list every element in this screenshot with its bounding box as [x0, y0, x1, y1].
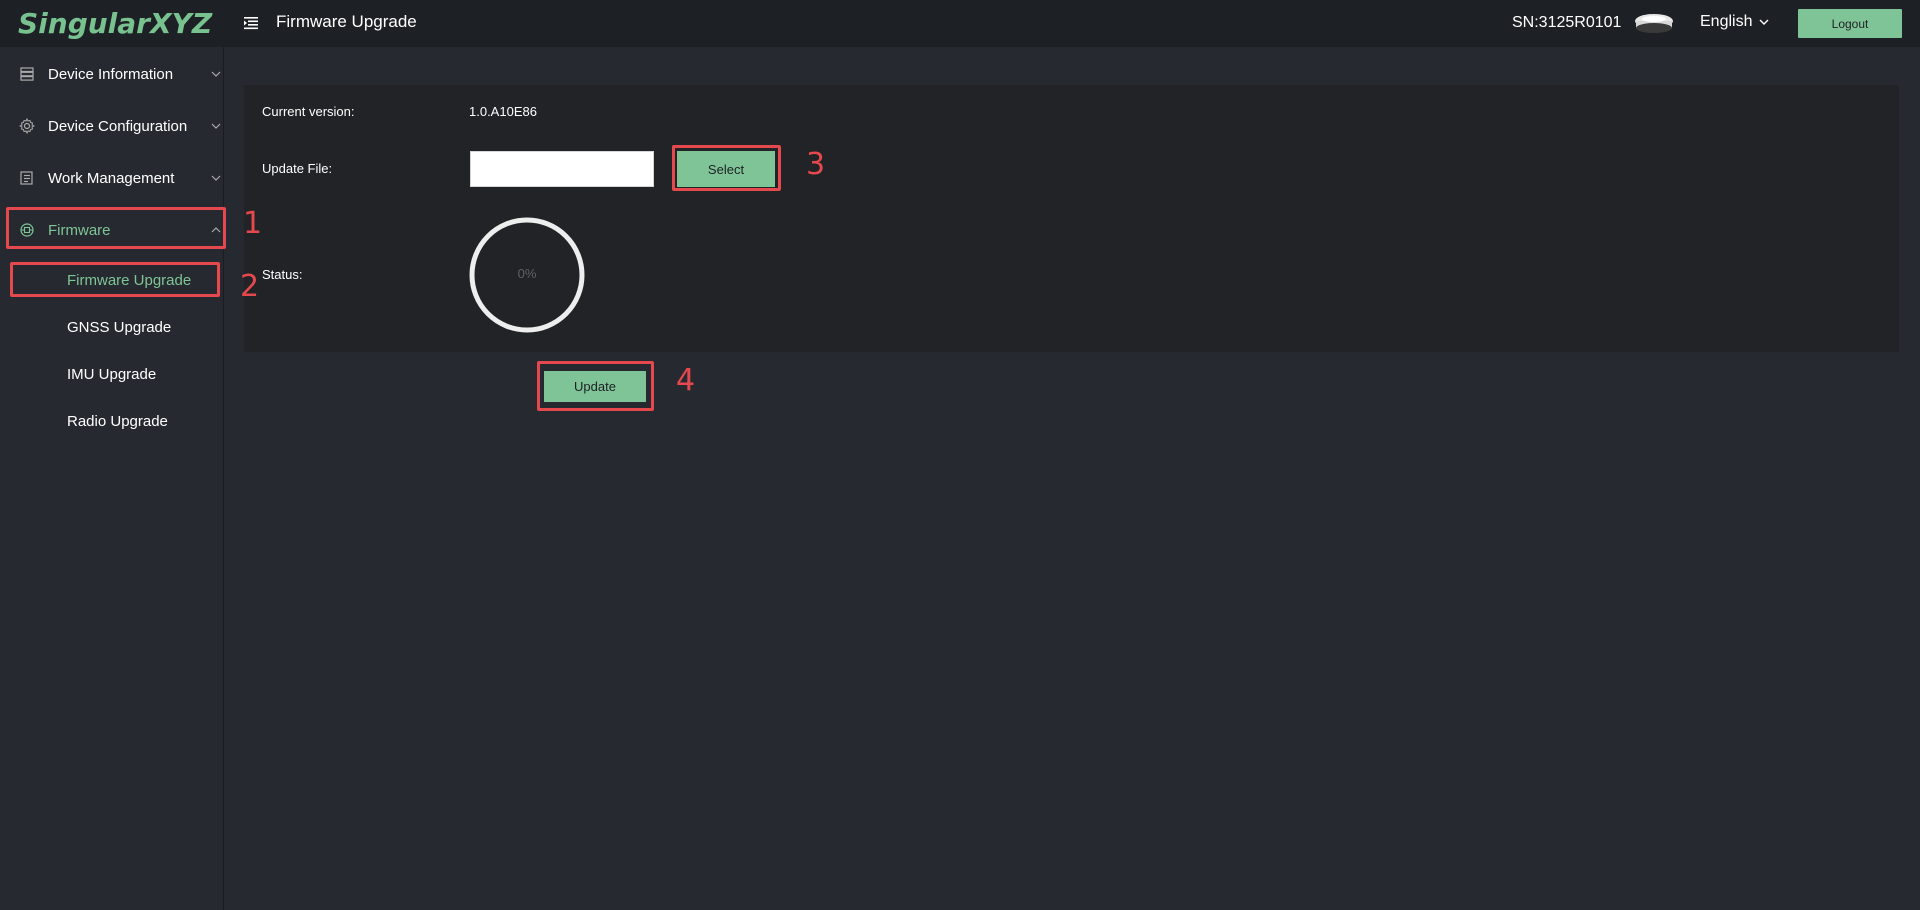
page-title: Firmware Upgrade — [276, 12, 417, 31]
server-icon — [20, 67, 34, 81]
sidebar-subitem-radio-upgrade[interactable]: Radio Upgrade — [0, 405, 224, 437]
list-icon — [20, 171, 33, 185]
language-label: English — [1700, 13, 1753, 30]
annotation-box-firmware-upgrade — [10, 262, 220, 297]
progress-percent: 0% — [517, 266, 537, 281]
annotation-number: 4 — [676, 363, 696, 398]
chevron-down-icon — [211, 71, 221, 77]
language-selector[interactable]: English — [1700, 13, 1770, 31]
chevron-down-icon — [211, 123, 221, 129]
sidebar: Device Information Device Configuration … — [0, 47, 224, 910]
sidebar-item-work-management[interactable]: Work Management — [0, 158, 224, 198]
receiver-device-icon — [1635, 14, 1673, 33]
serial-number: SN:3125R0101 — [1512, 14, 1622, 31]
update-file-label: Update File: — [262, 161, 333, 176]
annotation-number: 2 — [240, 269, 260, 304]
sidebar-item-label: Work Management — [48, 169, 175, 187]
sidebar-item-device-configuration[interactable]: Device Configuration — [0, 106, 224, 146]
sidebar-item-label: Device Information — [48, 65, 174, 83]
annotation-box-select — [672, 145, 781, 191]
current-version-label: Current version: — [262, 104, 355, 119]
sidebar-subitem-label: Radio Upgrade — [67, 412, 168, 430]
brand-logo[interactable]: SingularXYZ — [18, 7, 212, 40]
sidebar-item-label: Device Configuration — [48, 117, 188, 135]
logout-button[interactable]: Logout — [1798, 9, 1902, 38]
sidebar-subitem-imu-upgrade[interactable]: IMU Upgrade — [0, 358, 224, 390]
annotation-box-update — [537, 361, 654, 411]
annotation-number: 3 — [806, 147, 826, 182]
status-label: Status: — [262, 267, 303, 282]
current-version-value: 1.0.A10E86 — [469, 104, 537, 119]
sidebar-subitem-label: GNSS Upgrade — [67, 318, 172, 336]
chevron-down-icon — [211, 175, 221, 181]
chevron-down-icon — [1759, 19, 1769, 25]
menu-toggle-icon[interactable] — [243, 15, 259, 31]
annotation-box-firmware — [6, 207, 226, 249]
sidebar-subitem-gnss-upgrade[interactable]: GNSS Upgrade — [0, 311, 224, 343]
gear-icon — [19, 118, 35, 134]
top-bar: SingularXYZ Firmware Upgrade SN:3125R010… — [0, 0, 1920, 47]
update-file-input[interactable] — [470, 151, 654, 187]
sidebar-item-device-information[interactable]: Device Information — [0, 54, 224, 94]
sidebar-subitem-label: IMU Upgrade — [67, 365, 157, 383]
annotation-number: 1 — [243, 206, 263, 241]
